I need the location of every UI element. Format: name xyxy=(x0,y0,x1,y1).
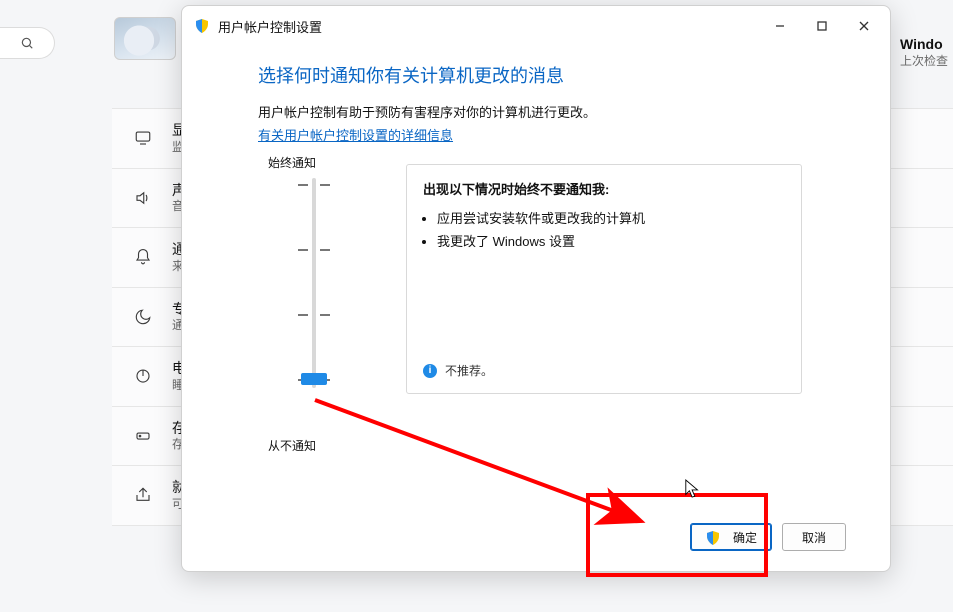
uac-window: 用户帐户控制设置 选择何时通知你有关计算机更改的消息 用户帐户控制有助于预防有害… xyxy=(181,5,891,572)
panel-item: 我更改了 Windows 设置 xyxy=(437,231,785,250)
ok-label: 确定 xyxy=(733,529,757,546)
power-icon xyxy=(132,367,154,385)
slider-tick xyxy=(298,184,308,186)
slider-bottom-label: 从不通知 xyxy=(268,437,316,454)
window-title: 用户帐户控制设置 xyxy=(218,17,322,36)
share-icon xyxy=(132,486,154,504)
right-header-subtitle: 上次检查 xyxy=(900,52,953,69)
right-header-title: Windo xyxy=(900,36,953,52)
slider-track[interactable] xyxy=(312,178,316,388)
monitor-icon xyxy=(132,129,154,147)
search-icon xyxy=(20,36,34,50)
right-header: Windo 上次检查 xyxy=(900,36,953,69)
note-text: 不推荐。 xyxy=(445,362,493,379)
slider-area: 始终通知 从不通知 出现以下情况时始终不要通知我: 应用尝试安装软件或更改我的计… xyxy=(258,154,846,454)
speaker-icon xyxy=(132,189,154,207)
bell-icon xyxy=(132,248,154,266)
info-icon: i xyxy=(423,364,437,378)
slider-thumb[interactable] xyxy=(301,373,327,385)
slider-tick xyxy=(320,314,330,316)
window-content: 选择何时通知你有关计算机更改的消息 用户帐户控制有助于预防有害程序对你的计算机进… xyxy=(182,46,890,454)
slider-tick xyxy=(320,249,330,251)
moon-icon xyxy=(132,308,154,326)
cancel-button[interactable]: 取消 xyxy=(782,523,846,551)
search-box[interactable] xyxy=(0,27,55,59)
cancel-label: 取消 xyxy=(802,529,826,546)
desktop-thumbnail xyxy=(114,17,176,60)
minimize-button[interactable] xyxy=(760,11,800,41)
close-button[interactable] xyxy=(844,11,884,41)
slider-tick xyxy=(320,184,330,186)
shield-icon xyxy=(705,530,719,544)
details-link[interactable]: 有关用户帐户控制设置的详细信息 xyxy=(258,128,453,143)
slider-tick xyxy=(298,249,308,251)
shield-icon xyxy=(194,18,210,34)
description: 用户帐户控制有助于预防有害程序对你的计算机进行更改。 xyxy=(258,102,846,121)
cursor-icon xyxy=(684,478,702,500)
heading: 选择何时通知你有关计算机更改的消息 xyxy=(258,62,846,88)
titlebar: 用户帐户控制设置 xyxy=(182,6,890,46)
ok-button[interactable]: 确定 xyxy=(690,523,772,551)
description-panel: 出现以下情况时始终不要通知我: 应用尝试安装软件或更改我的计算机 我更改了 Wi… xyxy=(406,164,802,394)
maximize-button[interactable] xyxy=(802,11,842,41)
button-bar: 确定 取消 xyxy=(690,523,846,551)
storage-icon xyxy=(132,427,154,445)
slider-tick xyxy=(298,314,308,316)
panel-item: 应用尝试安装软件或更改我的计算机 xyxy=(437,208,785,227)
panel-note: i 不推荐。 xyxy=(423,362,493,379)
panel-list: 应用尝试安装软件或更改我的计算机 我更改了 Windows 设置 xyxy=(437,208,785,250)
panel-title: 出现以下情况时始终不要通知我: xyxy=(423,179,785,198)
slider-top-label: 始终通知 xyxy=(268,154,316,171)
